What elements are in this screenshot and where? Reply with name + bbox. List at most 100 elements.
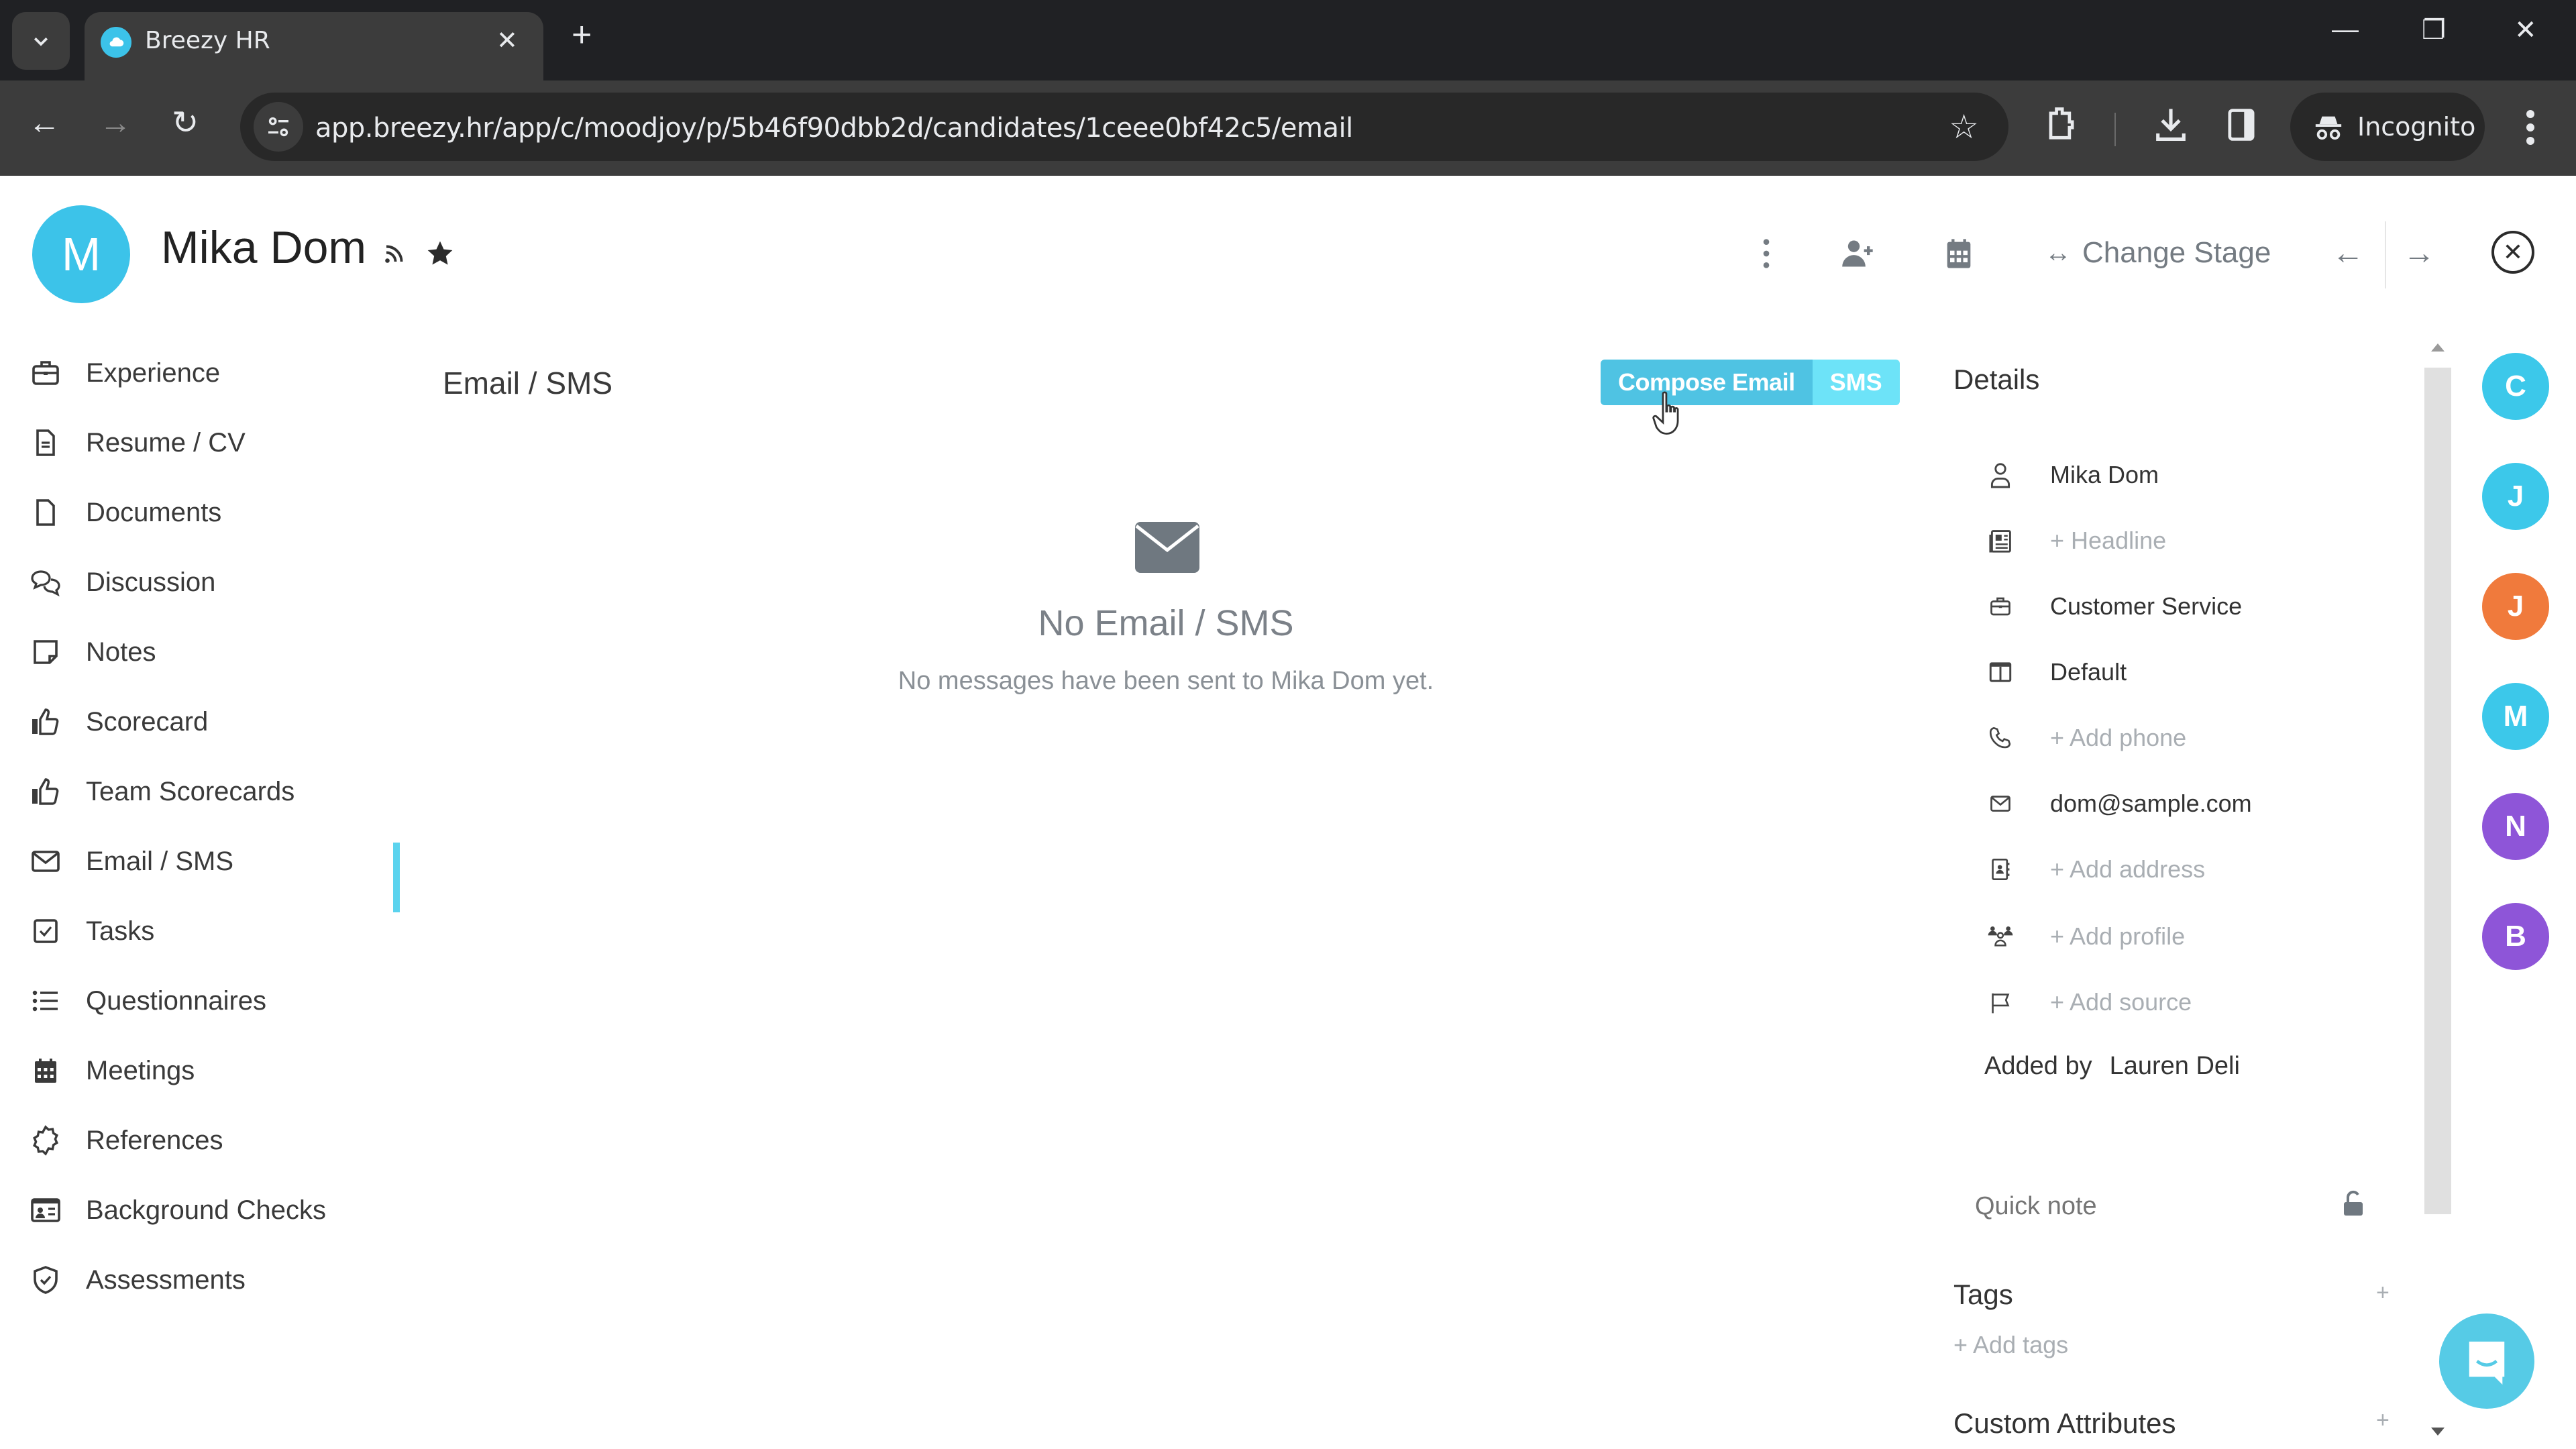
reload-button[interactable]: ↻ (172, 107, 199, 140)
incognito-indicator[interactable]: Incognito (2290, 93, 2485, 161)
url-text[interactable]: app.breezy.hr/app/c/moodjoy/p/5b46f90dbb… (315, 113, 1353, 144)
close-icon: ✕ (2502, 238, 2524, 266)
download-icon[interactable] (2153, 105, 2188, 148)
nav-item-resume-cv[interactable]: Resume / CV (30, 423, 246, 463)
nav-item-experience[interactable]: Experience (30, 353, 220, 393)
forward-button[interactable]: → (99, 107, 131, 140)
address-book-icon (1986, 856, 2015, 883)
add-tags-link[interactable]: + Add tags (1953, 1331, 2068, 1359)
toolbar-divider (2114, 113, 2116, 146)
browser-menu-icon[interactable] (2524, 107, 2537, 151)
window-close-button[interactable]: ✕ (2514, 15, 2537, 46)
tab-close-icon[interactable]: ✕ (496, 25, 518, 56)
nav-item-label: Resume / CV (86, 427, 246, 458)
nav-item-label: Discussion (86, 567, 216, 597)
team-member-avatar[interactable]: J (2482, 463, 2549, 530)
detail-pipeline-row[interactable]: Default (1986, 652, 2127, 692)
add-source-link[interactable]: + Add source (2050, 988, 2192, 1016)
unlock-icon[interactable] (2343, 1190, 2364, 1220)
side-panel-icon[interactable] (2226, 105, 2257, 148)
add-user-icon[interactable] (1841, 236, 1876, 274)
nav-item-team-scorecards[interactable]: Team Scorecards (30, 771, 294, 812)
address-bar[interactable]: app.breezy.hr/app/c/moodjoy/p/5b46f90dbb… (240, 93, 2008, 161)
scroll-down-arrow[interactable] (2431, 1428, 2445, 1436)
previous-candidate-arrow-icon[interactable]: ← (2332, 235, 2364, 272)
nav-item-questionnaires[interactable]: Questionnaires (30, 981, 266, 1021)
detail-profile-row[interactable]: + Add profile (1986, 916, 2185, 957)
add-phone-link[interactable]: + Add phone (2050, 724, 2186, 752)
users-icon (1986, 923, 2015, 950)
nav-item-scorecard[interactable]: Scorecard (30, 702, 208, 742)
added-by: Added by Lauren Deli (1984, 1052, 2240, 1081)
bookmark-star-icon[interactable]: ☆ (1949, 107, 1979, 146)
back-button[interactable]: ← (28, 107, 60, 140)
site-settings-icon[interactable] (254, 102, 303, 152)
detail-department: Customer Service (2050, 592, 2243, 620)
nav-item-label: References (86, 1125, 223, 1155)
favorite-star-icon[interactable] (425, 239, 455, 272)
quick-note-input[interactable] (1975, 1186, 2371, 1226)
add-custom-attribute-plus-icon[interactable]: + (2376, 1407, 2390, 1434)
detail-email-row[interactable]: dom@sample.com (1986, 784, 2252, 824)
nav-item-background-checks[interactable]: Background Checks (30, 1190, 326, 1230)
restore-button[interactable]: ❐ (2422, 15, 2446, 46)
add-tag-plus-icon[interactable]: + (2376, 1280, 2390, 1306)
nav-item-discussion[interactable]: Discussion (30, 562, 215, 602)
nav-item-label: Meetings (86, 1055, 195, 1085)
change-stage-button[interactable]: ↔ Change Stage (2045, 236, 2271, 270)
close-candidate-button[interactable]: ✕ (2491, 231, 2534, 274)
nav-item-meetings[interactable]: Meetings (30, 1051, 195, 1091)
nav-item-tasks[interactable]: Tasks (30, 911, 154, 951)
added-by-name[interactable]: Lauren Deli (2110, 1052, 2240, 1080)
detail-address-row[interactable]: + Add address (1986, 849, 2205, 890)
chat-bubbles-icon (31, 570, 60, 597)
avatar-initial: C (2505, 370, 2526, 402)
header-divider (2385, 221, 2386, 288)
team-member-avatar[interactable]: M (2482, 683, 2549, 750)
next-candidate-arrow-icon[interactable]: → (2403, 235, 2435, 272)
nav-item-references[interactable]: References (30, 1120, 223, 1161)
calendar-icon[interactable] (1944, 236, 1974, 274)
nav-item-label: Tasks (86, 916, 155, 946)
team-member-avatar[interactable]: B (2482, 903, 2549, 970)
briefcase-icon (32, 361, 59, 385)
add-address-link[interactable]: + Add address (2050, 855, 2205, 883)
breezy-favicon-icon (101, 27, 131, 58)
detail-source-row[interactable]: + Add source (1986, 982, 2192, 1022)
compose-email-button[interactable]: Compose Email (1601, 360, 1813, 405)
nav-item-label: Experience (86, 358, 221, 388)
nav-item-assessments[interactable]: Assessments (30, 1260, 246, 1300)
change-stage-label: Change Stage (2082, 236, 2271, 269)
flag-icon (1986, 989, 2015, 1016)
chat-support-button[interactable] (2439, 1313, 2534, 1409)
minimize-button[interactable]: — (2332, 15, 2359, 45)
detail-name-row[interactable]: Mika Dom (1986, 455, 2159, 495)
compose-button-group: Compose Email SMS (1601, 360, 1900, 405)
list-icon (32, 990, 58, 1012)
nav-item-email-sms[interactable]: Email / SMS (30, 841, 233, 881)
sms-button[interactable]: SMS (1812, 360, 1900, 405)
tab-search-button[interactable] (12, 12, 70, 70)
nav-item-label: Email / SMS (86, 846, 234, 876)
nav-item-label: Scorecard (86, 706, 209, 737)
nav-item-label: Team Scorecards (86, 776, 295, 806)
team-member-avatar[interactable]: C (2482, 353, 2549, 420)
add-profile-link[interactable]: + Add profile (2050, 922, 2185, 951)
nav-item-documents[interactable]: Documents (30, 492, 221, 533)
extensions-icon[interactable] (2043, 105, 2078, 148)
detail-headline-row[interactable]: + Headline (1986, 521, 2166, 561)
new-tab-button[interactable]: + (572, 17, 592, 52)
more-options-icon[interactable] (1760, 236, 1772, 274)
details-scrollbar[interactable] (2424, 368, 2451, 1214)
team-member-avatar[interactable]: J (2482, 573, 2549, 640)
rss-feed-icon[interactable] (382, 241, 407, 269)
add-headline-link[interactable]: + Headline (2050, 527, 2166, 555)
scroll-up-arrow[interactable] (2431, 343, 2445, 352)
detail-department-row[interactable]: Customer Service (1986, 586, 2242, 627)
avatar-initial: J (2507, 480, 2524, 513)
phone-icon (1986, 724, 2015, 751)
browser-tab[interactable]: Breezy HR ✕ (85, 12, 543, 80)
detail-phone-row[interactable]: + Add phone (1986, 718, 2186, 758)
avatar-initial: J (2507, 590, 2524, 623)
team-member-avatar[interactable]: N (2482, 793, 2549, 860)
